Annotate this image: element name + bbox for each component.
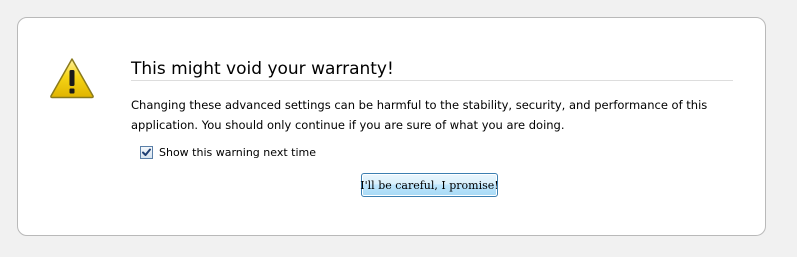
description-line: application. You should only continue if… bbox=[131, 118, 565, 132]
warning-icon bbox=[50, 58, 94, 99]
warning-description: Changing these advanced settings can be … bbox=[131, 95, 771, 135]
description-line: Changing these advanced settings can be … bbox=[131, 98, 708, 112]
show-warning-option[interactable]: Show this warning next time bbox=[140, 144, 316, 160]
confirm-button[interactable]: I'll be careful, I promise! bbox=[360, 173, 499, 197]
show-warning-label[interactable]: Show this warning next time bbox=[159, 146, 316, 159]
checkmark-icon bbox=[142, 148, 151, 156]
page-title: This might void your warranty! bbox=[131, 58, 733, 81]
show-warning-checkbox[interactable] bbox=[140, 145, 153, 159]
